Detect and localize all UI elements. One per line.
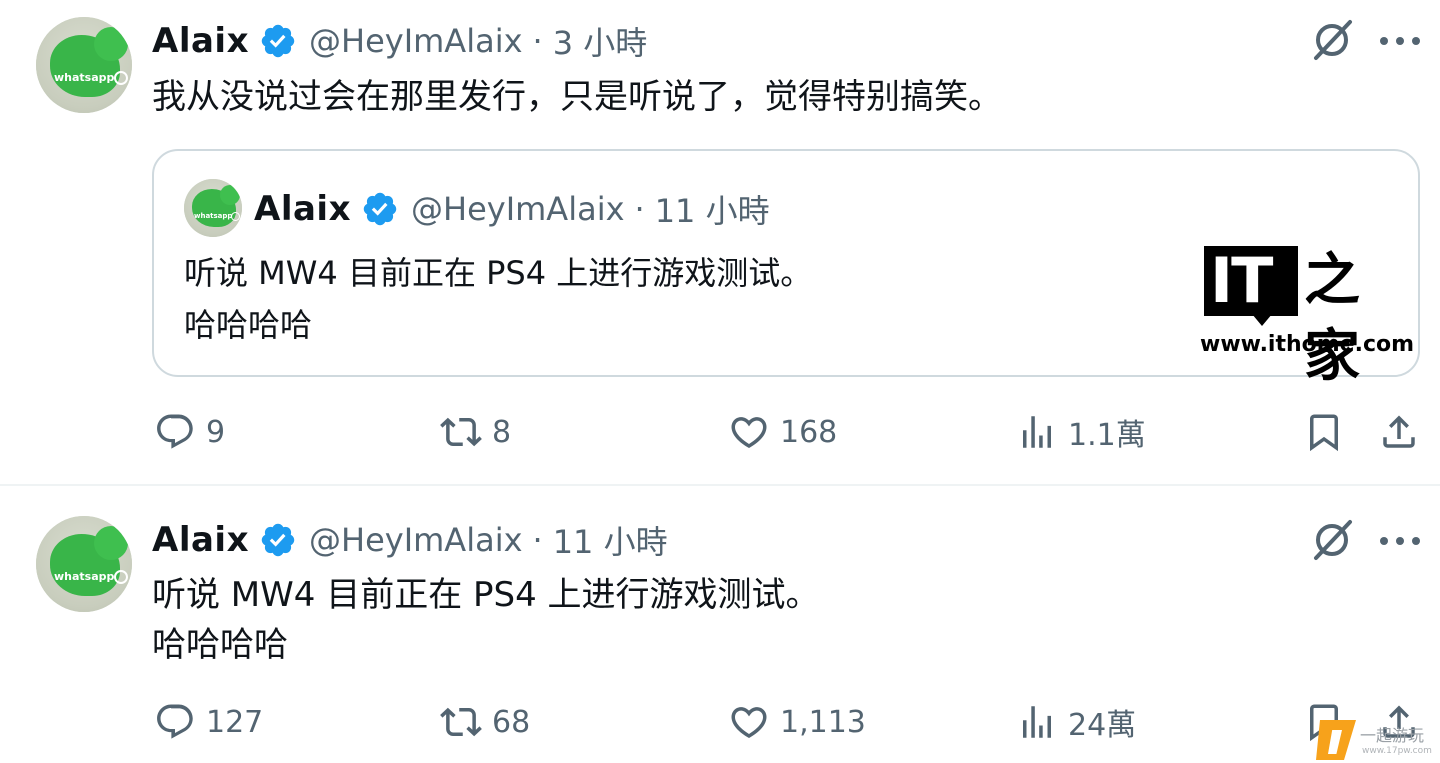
share-icon	[1383, 415, 1415, 448]
quoted-avatar[interactable]: whatsapp	[184, 179, 242, 237]
like-count: 168	[780, 414, 838, 450]
like-button[interactable]: 168	[728, 407, 837, 457]
repost-button[interactable]: 68	[440, 697, 530, 747]
views-count: 1.1萬	[1068, 418, 1146, 453]
avatar[interactable]: whatsapp	[36, 17, 132, 113]
tweet-header: Alaix @HeyImAlaix · 11 小時	[152, 517, 668, 563]
views-icon	[1023, 706, 1051, 738]
repost-count: 8	[492, 414, 512, 450]
tweet-2[interactable]: whatsapp Alaix @HeyImAlaix · 11 小時 听说 MW…	[0, 486, 1440, 763]
views-count: 24萬	[1068, 708, 1137, 743]
reply-icon	[157, 704, 193, 739]
grok-icon[interactable]	[1310, 518, 1354, 562]
avatar-label: whatsapp	[194, 212, 233, 220]
quoted-header: Alaix @HeyImAlaix · 11 小時	[254, 187, 770, 231]
more-icon[interactable]	[1380, 535, 1420, 547]
timestamp[interactable]: 3 小時	[553, 18, 648, 64]
separator-dot: ·	[634, 190, 645, 228]
avatar[interactable]: whatsapp	[36, 516, 132, 612]
reply-count: 9	[206, 414, 226, 450]
corner-watermark: 一起游玩 www.17pw.com	[1316, 718, 1436, 763]
watermark-url: www.ithome.com	[1200, 332, 1415, 357]
grok-icon[interactable]	[1310, 18, 1354, 62]
corner-logo-icon	[1316, 720, 1356, 760]
quoted-author-name: Alaix	[254, 189, 351, 229]
timestamp[interactable]: 11 小時	[553, 517, 668, 563]
bookmark-button[interactable]	[1303, 407, 1345, 457]
repost-icon	[440, 417, 482, 447]
like-icon	[731, 707, 767, 739]
tweet-text: 我从没说过会在那里发行，只是听说了，觉得特别搞笑。	[152, 77, 1002, 117]
tweet-actions: 127 68 1,113 24萬	[0, 697, 1440, 747]
separator-dot: ·	[532, 22, 543, 60]
author-name[interactable]: Alaix	[152, 21, 249, 61]
share-button[interactable]	[1378, 407, 1420, 457]
avatar-label: whatsapp	[54, 570, 115, 583]
like-icon	[731, 417, 767, 449]
repost-count: 68	[492, 704, 531, 740]
more-icon[interactable]	[1380, 35, 1420, 47]
views-button[interactable]: 1.1萬	[1016, 407, 1146, 457]
ithome-watermark: IT 之家 www.ithome.com	[1200, 244, 1415, 390]
avatar-label: whatsapp	[54, 71, 115, 84]
verified-badge-icon	[261, 24, 295, 58]
verified-badge-icon	[261, 523, 295, 557]
reply-count: 127	[206, 704, 264, 740]
verified-badge-icon	[363, 192, 397, 226]
author-handle[interactable]: @HeyImAlaix	[309, 22, 523, 60]
tweet-1[interactable]: whatsapp Alaix @HeyImAlaix · 3 小時 我从没说过会…	[0, 0, 1440, 484]
views-button[interactable]: 24萬	[1016, 697, 1136, 747]
like-button[interactable]: 1,113	[728, 697, 866, 747]
repost-button[interactable]: 8	[440, 407, 511, 457]
reply-button[interactable]: 127	[154, 697, 263, 747]
quoted-timestamp: 11 小時	[654, 192, 770, 230]
views-icon	[1023, 416, 1051, 448]
repost-icon	[440, 707, 482, 737]
tweet-header: Alaix @HeyImAlaix · 3 小時	[152, 18, 647, 64]
like-count: 1,113	[780, 704, 866, 740]
reply-button[interactable]: 9	[154, 407, 225, 457]
reply-icon	[157, 414, 193, 449]
author-handle[interactable]: @HeyImAlaix	[309, 521, 523, 559]
tweet-text: 听说 MW4 目前正在 PS4 上进行游戏测试。 哈哈哈哈	[152, 575, 820, 665]
whatsapp-icon	[114, 71, 128, 85]
author-name[interactable]: Alaix	[152, 520, 249, 560]
whatsapp-icon	[231, 212, 240, 221]
separator-dot: ·	[532, 521, 543, 559]
tweet-actions: 9 8 168 1.1萬	[0, 407, 1440, 457]
quoted-text: 听说 MW4 目前正在 PS4 上进行游戏测试。 哈哈哈哈	[184, 254, 813, 344]
quoted-author-handle: @HeyImAlaix	[411, 190, 625, 228]
bookmark-icon	[1310, 414, 1338, 452]
whatsapp-icon	[114, 570, 128, 584]
